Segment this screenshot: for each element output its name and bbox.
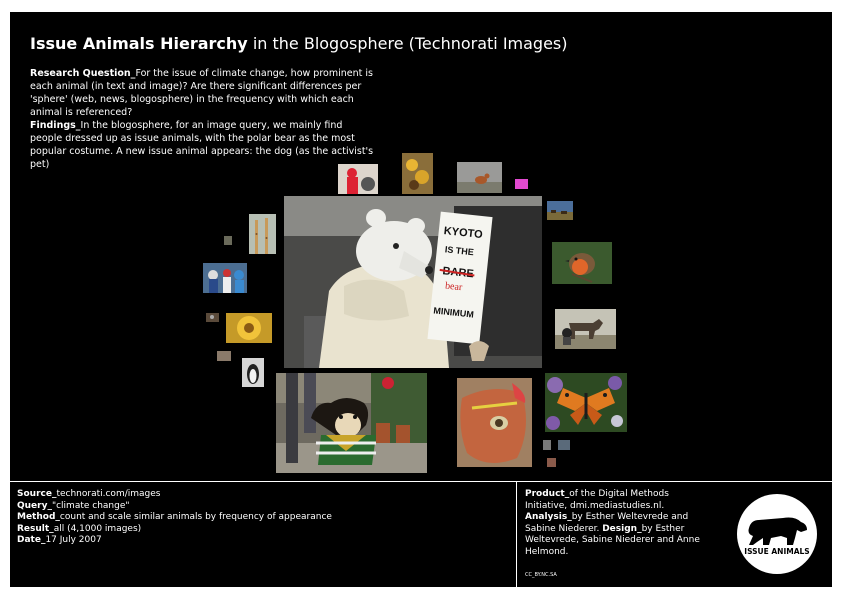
tiny-photo-4 (543, 440, 551, 450)
giraffe-photo (249, 214, 276, 254)
footer-credits: Product_of the Digital Methods Initiativ… (525, 489, 710, 558)
sign-line-4: bear (445, 281, 464, 294)
polar-bear-icon (748, 517, 807, 545)
bird-feeder-photo (402, 153, 433, 194)
source-label: Source_ (17, 489, 57, 499)
polar-bear-costume-photo: KYOTO IS THE BARE bear MINIMUM (284, 196, 542, 368)
source-link[interactable]: technorati.com/images (56, 489, 160, 499)
tiny-photo-1 (224, 236, 232, 245)
license-text: CC_BY.NC.SA (525, 572, 557, 578)
title-rest: in the Blogosphere (Technorati Images) (247, 34, 568, 53)
description: Research Question_For the issue of clima… (30, 67, 375, 171)
findings-label: Findings_ (30, 120, 81, 131)
tiny-photo-3 (217, 351, 231, 361)
kangaroo-photo (457, 162, 502, 193)
analysis-label: Analysis_ (525, 512, 572, 522)
penguin-photo (242, 358, 264, 387)
poster: Issue Animals Hierarchy in the Blogosphe… (10, 12, 832, 587)
cattle-photo (547, 201, 573, 220)
query-label: Query_ (17, 500, 52, 511)
frog-photo (457, 378, 532, 467)
result-label: Result_ (17, 523, 54, 534)
tiny-photo-2 (206, 313, 219, 322)
tiny-photo-5 (558, 440, 570, 450)
issue-animals-logo: ISSUE ANIMALS (737, 494, 817, 574)
dog-activist-photo (276, 373, 427, 473)
red-costume-photo (338, 164, 378, 194)
logo-text: ISSUE ANIMALS (744, 547, 810, 556)
tiny-photo-6 (547, 458, 556, 467)
findings-text: In the blogosphere, for an image query, … (30, 120, 374, 170)
query-text: "climate change" (51, 500, 130, 511)
title-bold: Issue Animals Hierarchy (30, 34, 248, 53)
vertical-divider (516, 481, 517, 587)
product-label: Product_ (525, 489, 570, 499)
design-label: Design_ (602, 523, 642, 534)
robin-photo (552, 242, 612, 284)
poster-title: Issue Animals Hierarchy in the Blogosphe… (30, 34, 568, 53)
result-text: all (4,1000 images) (53, 523, 142, 534)
date-text: 17 July 2007 (45, 535, 102, 545)
method-text: count and scale similar animals by frequ… (59, 512, 332, 522)
footer-meta: Source_technorati.com/images Query_"clim… (17, 489, 332, 547)
horizontal-divider (10, 481, 832, 482)
method-label: Method_ (17, 512, 60, 522)
butterfly-photo (545, 373, 627, 432)
date-label: Date_ (17, 535, 46, 545)
crowd-costume-photo (203, 263, 247, 293)
research-question-label: Research Question_ (30, 68, 136, 79)
horse-photo (555, 309, 616, 349)
pink-photo (515, 179, 528, 189)
flower-photo (226, 313, 272, 343)
